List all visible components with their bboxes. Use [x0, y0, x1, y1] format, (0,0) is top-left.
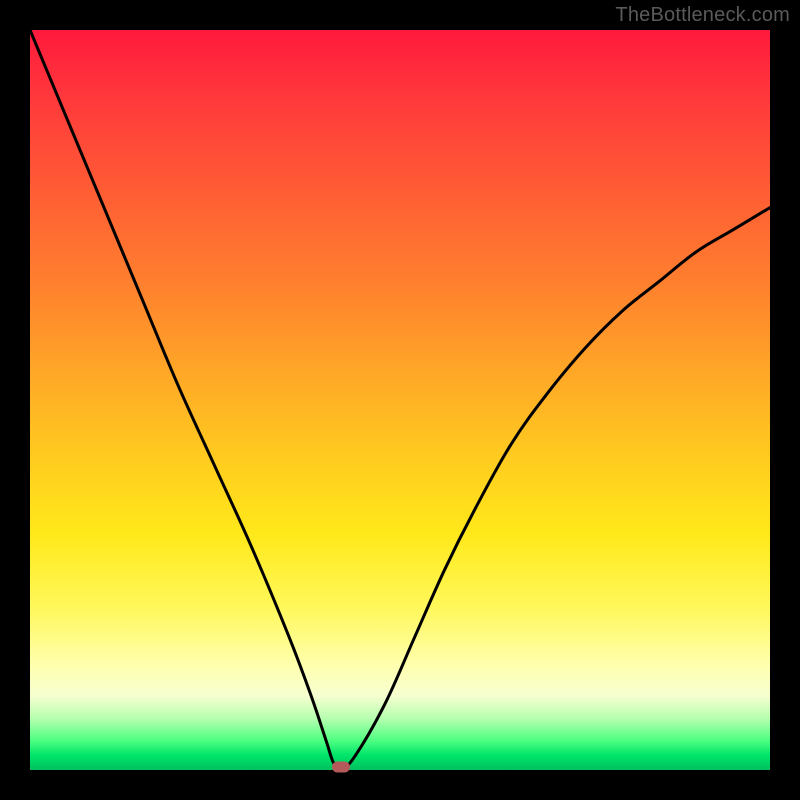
chart-frame: TheBottleneck.com	[0, 0, 800, 800]
watermark-text: TheBottleneck.com	[615, 4, 790, 27]
plot-area	[30, 30, 770, 770]
curve-layer	[30, 30, 770, 770]
bottleneck-curve	[30, 30, 770, 770]
min-marker	[332, 762, 350, 773]
